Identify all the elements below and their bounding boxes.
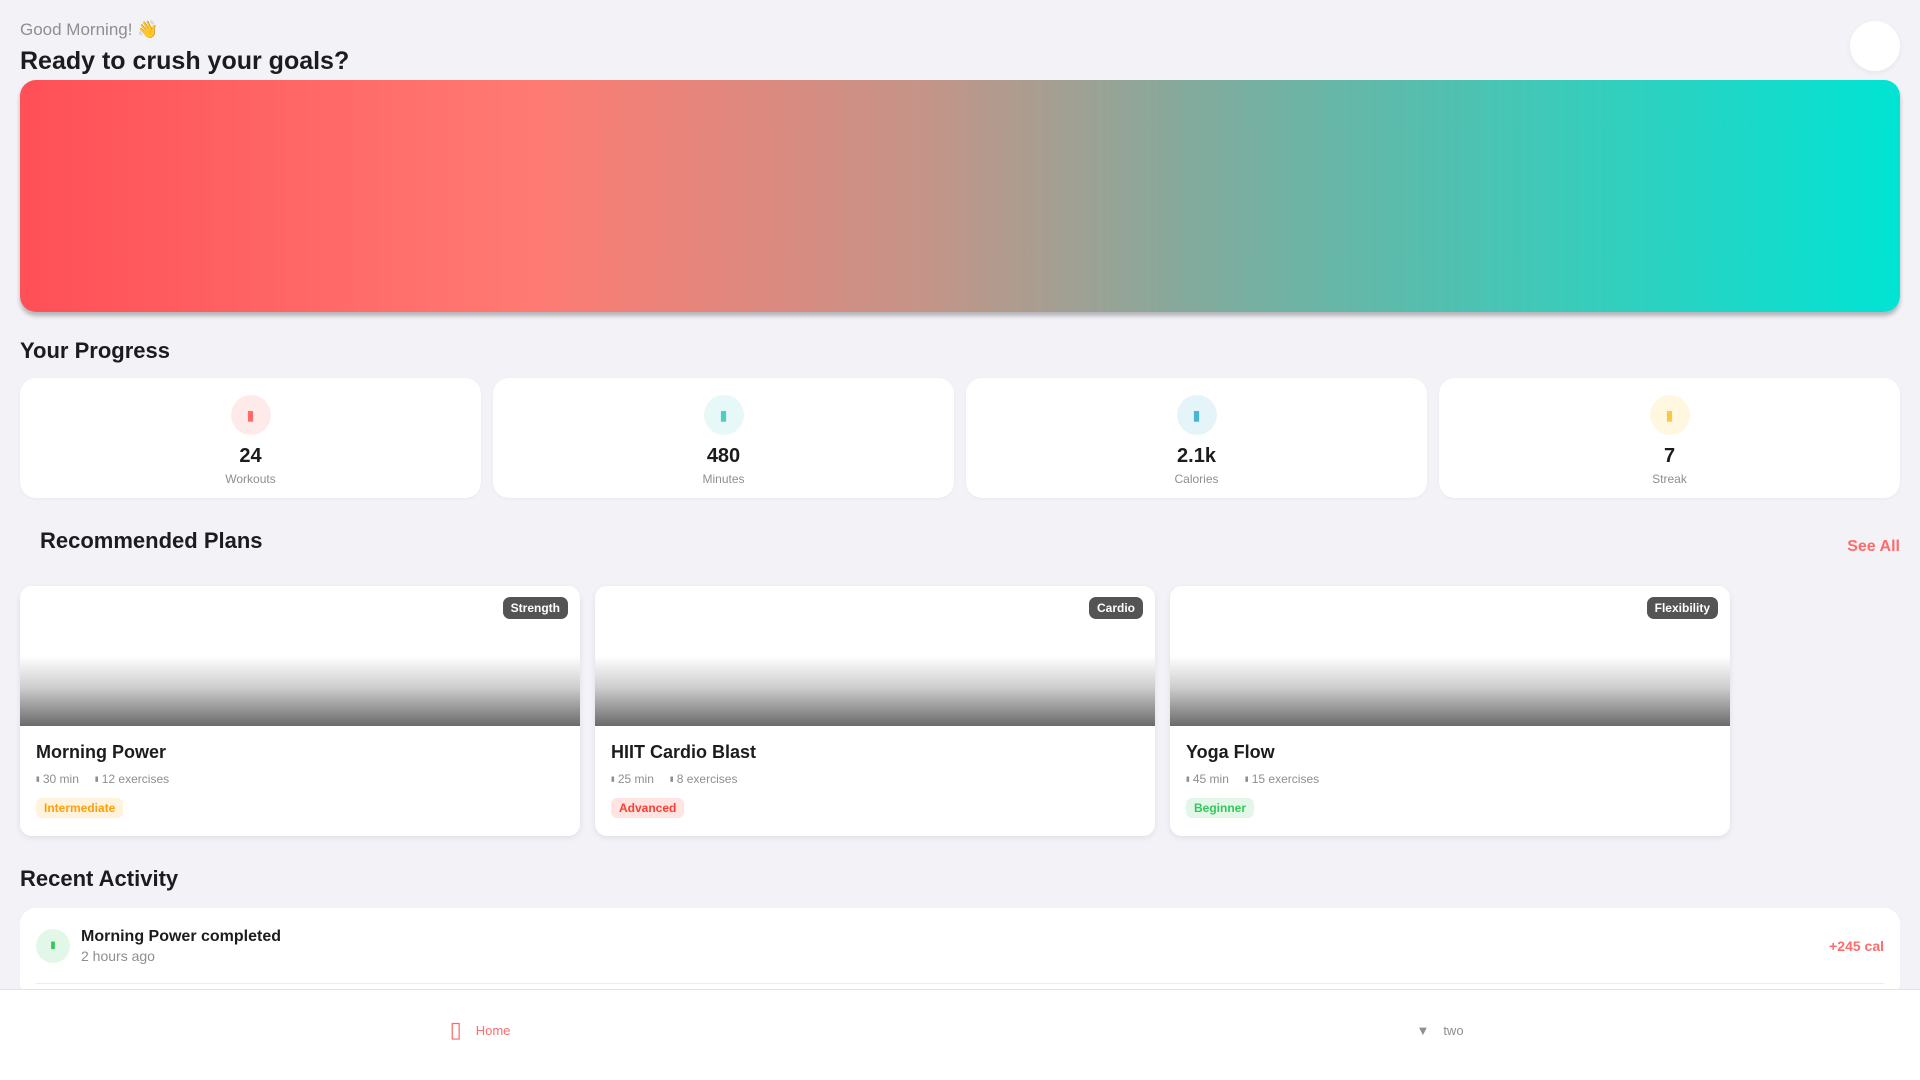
- see-all-link[interactable]: See All: [1847, 538, 1900, 556]
- plan-duration: ▮ 30 min: [36, 772, 79, 786]
- avatar[interactable]: [1850, 21, 1900, 71]
- plan-body: HIIT Cardio Blast ▮ 25 min ▮ 8 exercises A…: [595, 726, 1155, 834]
- stat-card-minutes[interactable]: ▮ 480 Minutes: [493, 378, 954, 498]
- plan-exercises: ▮ 8 exercises: [670, 772, 738, 786]
- plans-header: Recommended Plans See All: [20, 528, 1900, 584]
- tab-home[interactable]: ▯ Home: [0, 990, 960, 1080]
- plan-duration: ▮ 25 min: [611, 772, 654, 786]
- activity-list: ▮ Morning Power completed 2 hours ago +2…: [20, 908, 1900, 998]
- plan-exercises-text: 8 exercises: [676, 772, 738, 786]
- plans-row: Strength Morning Power ▮ 30 min ▮ 12 exerc…: [20, 586, 1900, 836]
- plan-image: Flexibility: [1170, 586, 1730, 726]
- progress-section-title: Your Progress: [20, 338, 170, 363]
- plan-title: Yoga Flow: [1186, 742, 1275, 762]
- clock-icon: ▮: [1186, 776, 1190, 783]
- greeting-text: Good Morning! 👋: [20, 20, 159, 39]
- stats-row: ▮ 24 Workouts ▮ 480 Minutes ▮ 2.1k Calor…: [20, 378, 1900, 498]
- home-icon: ▯: [449, 1017, 462, 1042]
- tab-bar: ▯ Home ▼ two: [0, 989, 1920, 1080]
- plan-meta: ▮ 25 min ▮ 8 exercises: [611, 772, 1139, 786]
- plan-card-morning-power[interactable]: Strength Morning Power ▮ 30 min ▮ 12 exerc…: [20, 586, 580, 836]
- plan-meta: ▮ 30 min ▮ 12 exercises: [36, 772, 564, 786]
- plans-section-title: Recommended Plans: [40, 528, 263, 553]
- stat-label: Workouts: [225, 472, 276, 486]
- plan-title: Morning Power: [36, 742, 166, 762]
- flame-icon: ▮: [1176, 395, 1217, 435]
- activity-section-title: Recent Activity: [20, 866, 179, 891]
- level-badge: Intermediate: [36, 798, 124, 818]
- stat-card-workouts[interactable]: ▮ 24 Workouts: [20, 378, 481, 498]
- clock-icon: ▮: [611, 776, 615, 783]
- clock-icon: ▮: [703, 395, 744, 435]
- plan-duration-text: 30 min: [42, 772, 79, 786]
- plan-exercises: ▮ 15 exercises: [1245, 772, 1319, 786]
- plan-exercises-text: 15 exercises: [1251, 772, 1320, 786]
- stat-card-streak[interactable]: ▮ 7 Streak: [1439, 378, 1900, 498]
- tab-home-label: Home: [475, 1022, 511, 1038]
- stat-label: Calories: [1174, 472, 1219, 486]
- category-badge: Strength: [502, 597, 568, 619]
- stat-label: Streak: [1652, 472, 1687, 486]
- plan-card-yoga-flow[interactable]: Flexibility Yoga Flow ▮ 45 min ▮ 15 exerci…: [1170, 586, 1730, 836]
- plan-exercises-text: 12 exercises: [101, 772, 170, 786]
- page-title: Ready to crush your goals?: [20, 47, 350, 75]
- header: Good Morning! 👋 Ready to crush your goal…: [20, 0, 1900, 80]
- list-icon: ▮: [94, 776, 99, 783]
- stat-value: 2.1k: [1177, 445, 1216, 467]
- plan-exercises: ▮ 12 exercises: [95, 772, 169, 786]
- bolt-icon: ▮: [1649, 395, 1690, 435]
- page: Good Morning! 👋 Ready to crush your goal…: [0, 0, 1920, 1080]
- activity-text: Morning Power completed 2 hours ago: [81, 927, 1829, 965]
- list-icon: ▮: [669, 776, 674, 783]
- stat-label: Minutes: [702, 472, 745, 486]
- plan-card-hiit-cardio-blast[interactable]: Cardio HIIT Cardio Blast ▮ 25 min ▮ 8 exer…: [595, 586, 1155, 836]
- level-badge: Advanced: [611, 798, 685, 818]
- level-badge: Beginner: [1186, 798, 1255, 818]
- plan-image: Strength: [20, 586, 580, 726]
- list-item[interactable]: ▮ Morning Power completed 2 hours ago +2…: [36, 908, 1884, 984]
- stat-value: 7: [1663, 445, 1676, 467]
- tab-two-label: two: [1443, 1022, 1464, 1038]
- plan-body: Yoga Flow ▮ 45 min ▮ 15 exercises Beginner: [1170, 726, 1730, 834]
- plan-duration: ▮ 45 min: [1186, 772, 1229, 786]
- caret-down-icon: ▼: [1416, 1022, 1430, 1038]
- plan-duration-text: 25 min: [617, 772, 654, 786]
- plan-image: Cardio: [595, 586, 1155, 726]
- activity-time: 2 hours ago: [81, 947, 155, 964]
- tab-two[interactable]: ▼ two: [960, 990, 1920, 1080]
- plan-title: HIIT Cardio Blast: [611, 742, 757, 762]
- clock-icon: ▮: [36, 776, 40, 783]
- activity-calories: +245 cal: [1829, 937, 1884, 954]
- category-badge: Flexibility: [1646, 597, 1718, 619]
- check-icon: ▮: [36, 928, 70, 963]
- list-icon: ▮: [1244, 776, 1249, 783]
- hero-banner[interactable]: [20, 80, 1900, 312]
- plan-meta: ▮ 45 min ▮ 15 exercises: [1186, 772, 1714, 786]
- plan-body: Morning Power ▮ 30 min ▮ 12 exercises Inte…: [20, 726, 580, 834]
- stat-value: 24: [239, 445, 262, 467]
- stat-value: 480: [706, 445, 741, 467]
- dumbbell-icon: ▮: [230, 395, 271, 435]
- activity-name: Morning Power completed: [81, 927, 282, 945]
- stat-card-calories[interactable]: ▮ 2.1k Calories: [966, 378, 1427, 498]
- category-badge: Cardio: [1088, 597, 1143, 619]
- plan-duration-text: 45 min: [1192, 772, 1229, 786]
